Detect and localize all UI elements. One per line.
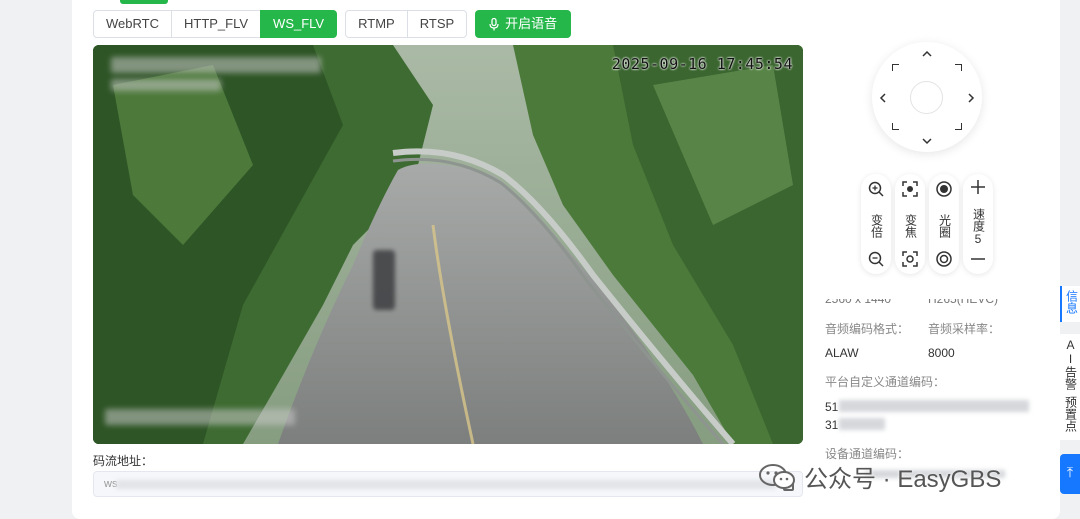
stream-address-redacted xyxy=(116,480,776,489)
down-left-arrow-icon[interactable] xyxy=(892,123,899,130)
wechat-icon xyxy=(759,463,795,489)
audio-codec-label: 音频编码格式： xyxy=(825,322,910,336)
tab-rtsp[interactable]: RTSP xyxy=(406,10,468,38)
platform-channel-redacted xyxy=(839,400,1029,412)
speed-value: 5 xyxy=(974,232,982,246)
audio-codec-value: ALAW xyxy=(825,346,859,360)
microphone-icon xyxy=(489,17,499,30)
down-right-arrow-icon[interactable] xyxy=(955,123,962,130)
down-arrow-icon[interactable] xyxy=(920,134,934,148)
iris-close-icon[interactable] xyxy=(935,250,953,268)
voice-button[interactable]: 开启语音 xyxy=(475,10,572,38)
platform-channel-prefix-2: 31 xyxy=(825,418,839,432)
back-to-top-icon: ⤒ xyxy=(1066,464,1074,480)
right-arrow-icon[interactable] xyxy=(964,91,978,105)
video-frame xyxy=(93,45,803,444)
audio-sample-rate-value: 8000 xyxy=(928,346,955,360)
tab-http-flv[interactable]: HTTP_FLV xyxy=(170,10,262,38)
video-timestamp: 2025-09-16 17:45:54 xyxy=(611,55,793,73)
iris-label: 光圈 xyxy=(937,214,952,238)
back-to-top-button[interactable]: ⤒ xyxy=(1060,454,1080,494)
side-tab-presets[interactable]: 预置点 xyxy=(1060,392,1080,440)
up-left-arrow-icon[interactable] xyxy=(892,64,899,71)
video-player[interactable]: 2025-09-16 17:45:54 xyxy=(93,45,803,444)
stream-address-input[interactable]: ws xyxy=(93,471,803,497)
protocol-tabs: WebRTC HTTP_FLV WS_FLV RTMP RTSP 开启语音 xyxy=(93,10,572,38)
up-right-arrow-icon[interactable] xyxy=(955,64,962,71)
iris-open-icon[interactable] xyxy=(935,180,953,198)
tab-webrtc[interactable]: WebRTC xyxy=(93,10,172,38)
up-arrow-icon[interactable] xyxy=(920,47,934,61)
stream-address-label: 码流地址： xyxy=(93,454,154,468)
left-arrow-icon[interactable] xyxy=(876,91,890,105)
platform-channel-redacted-2 xyxy=(839,418,885,430)
side-tab-ai-alarm[interactable]: AI告警 xyxy=(1060,334,1080,398)
speed-control: 速度 5 xyxy=(963,174,993,274)
focus-in-icon[interactable] xyxy=(901,180,919,198)
minus-icon[interactable] xyxy=(969,250,987,268)
tab-ws-flv[interactable]: WS_FLV xyxy=(260,10,338,38)
ptz-direction-pad xyxy=(872,42,982,152)
platform-channel-label: 平台自定义通道编码： xyxy=(825,375,946,389)
voice-button-label: 开启语音 xyxy=(505,16,558,31)
platform-channel-prefix: 51 xyxy=(825,400,839,414)
focus-control: 变焦 xyxy=(895,174,925,274)
osd-location-redacted xyxy=(105,409,295,425)
focus-out-icon[interactable] xyxy=(901,250,919,268)
osd-channel-name-redacted xyxy=(111,57,321,73)
watermark-text: 公众号 · EasyGBS xyxy=(804,466,1002,493)
ptz-center-button[interactable] xyxy=(910,81,943,114)
side-tab-info[interactable]: 信息 xyxy=(1060,286,1080,322)
zoom-out-icon[interactable] xyxy=(867,250,885,268)
zoom-label: 变倍 xyxy=(869,214,884,238)
watermark: 公众号 · EasyGBS xyxy=(758,459,1001,494)
plus-icon[interactable] xyxy=(969,178,987,196)
zoom-in-icon[interactable] xyxy=(867,180,885,198)
iris-control: 光圈 xyxy=(929,174,959,274)
tab-rtmp[interactable]: RTMP xyxy=(345,10,408,38)
top-accent-bar xyxy=(120,0,168,4)
zoom-control: 变倍 xyxy=(861,174,891,274)
focus-label: 变焦 xyxy=(903,214,918,238)
osd-subtitle-redacted xyxy=(111,79,221,91)
audio-sample-rate-label: 音频采样率： xyxy=(928,322,1001,336)
